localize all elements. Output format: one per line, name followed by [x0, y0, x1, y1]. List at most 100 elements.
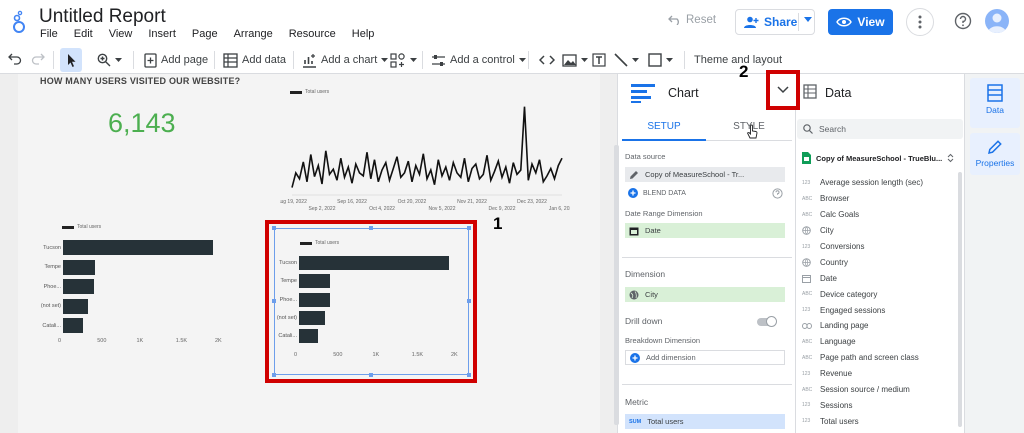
menu-edit[interactable]: Edit: [74, 28, 93, 40]
add-chart-button[interactable]: Add a chart: [302, 51, 389, 69]
setup-scrollbar[interactable]: [614, 145, 619, 425]
dimension-chip[interactable]: City: [625, 287, 785, 302]
zoom-button[interactable]: [97, 51, 122, 69]
shape-button[interactable]: [648, 51, 673, 69]
line-chart[interactable]: Aug 19, 2022Sep 2, 2022Sep 16, 2022Oct 4…: [280, 95, 570, 215]
scorecard-value[interactable]: 6,143: [108, 108, 176, 139]
resize-handle[interactable]: [369, 226, 373, 230]
field-item[interactable]: ABC Session source / medium: [802, 382, 952, 398]
add-page-button[interactable]: Add page: [144, 51, 208, 69]
bar--not-set-[interactable]: [299, 310, 325, 325]
menu-arrange[interactable]: Arrange: [234, 28, 273, 40]
metric-aggregation[interactable]: SUM: [629, 419, 641, 425]
menu-resource[interactable]: Resource: [289, 28, 336, 40]
community-viz-button[interactable]: [390, 51, 417, 69]
select-tool-button[interactable]: [60, 48, 82, 72]
field-item[interactable]: ABC Page path and screen class: [802, 350, 952, 366]
field-item[interactable]: 123 Revenue: [802, 366, 952, 382]
report-title[interactable]: Untitled Report: [39, 6, 166, 28]
menu-view[interactable]: View: [109, 28, 133, 40]
data-scrollbar[interactable]: [958, 172, 962, 427]
share-dropdown-icon[interactable]: [804, 17, 812, 23]
help-outline-icon[interactable]: [772, 188, 783, 199]
bar-x-tick: 1K: [372, 352, 380, 358]
menu-insert[interactable]: Insert: [148, 28, 176, 40]
field-name: Device category: [820, 289, 878, 299]
scorecard-title[interactable]: HOW MANY USERS VISITED OUR WEBSITE?: [40, 76, 240, 86]
add-control-button[interactable]: Add a control: [431, 51, 526, 69]
blend-data-button[interactable]: BLEND DATA: [628, 188, 686, 198]
field-item[interactable]: Landing page: [802, 318, 952, 334]
bar-category-label: Catali...: [42, 322, 61, 329]
line-button[interactable]: [614, 51, 639, 69]
resize-handle[interactable]: [467, 299, 471, 303]
bar-chart-type-icon: [631, 84, 655, 103]
field-type-badge: 123: [802, 418, 811, 425]
reset-label: Reset: [686, 14, 717, 26]
resize-handle[interactable]: [369, 373, 373, 377]
bar-x-tick: 1.5K: [411, 352, 424, 358]
share-button[interactable]: Share: [735, 9, 815, 35]
add-data-button[interactable]: Add data: [223, 51, 286, 69]
looker-studio-logo-icon[interactable]: [12, 10, 26, 34]
field-name: Conversions: [820, 242, 865, 251]
google-sheets-icon: [802, 152, 811, 164]
field-item[interactable]: Date: [802, 270, 952, 286]
bar-tempe[interactable]: [299, 274, 331, 289]
field-item[interactable]: ABC Language: [802, 334, 952, 350]
add-dimension-button[interactable]: Add dimension: [625, 350, 785, 365]
metric-chip[interactable]: SUM Total users: [625, 414, 785, 429]
date-range-chip[interactable]: Date: [625, 223, 785, 238]
reset-button[interactable]: Reset: [668, 14, 716, 26]
more-options-button[interactable]: [906, 8, 934, 36]
text-box-icon[interactable]: [592, 53, 606, 67]
image-button[interactable]: [562, 51, 588, 69]
field-item[interactable]: City: [802, 223, 952, 239]
bar-tucson[interactable]: [299, 256, 449, 270]
help-icon[interactable]: [954, 12, 972, 30]
menu-page[interactable]: Page: [192, 28, 218, 40]
field-type-badge: ABC: [802, 338, 813, 345]
field-item[interactable]: 123 Total users: [802, 413, 952, 429]
code-embed-icon[interactable]: [539, 54, 555, 66]
field-item[interactable]: ABC Device category: [802, 286, 952, 302]
bar-catali-[interactable]: [63, 318, 83, 333]
field-item[interactable]: ABC Browser: [802, 191, 952, 207]
chart-type-label[interactable]: Chart: [668, 86, 699, 100]
field-item[interactable]: 123 Engaged sessions: [802, 302, 952, 318]
data-source-header[interactable]: Copy of MeasureSchool - TrueBlu...: [802, 152, 960, 164]
field-type-badge: ABC: [802, 386, 813, 393]
bar-tempe[interactable]: [63, 259, 96, 275]
bar-category-label: Phoe...: [279, 296, 297, 303]
menu-file[interactable]: File: [40, 28, 58, 40]
bar-catali-[interactable]: [299, 329, 318, 344]
field-item[interactable]: 123 Average session length (sec): [802, 175, 952, 191]
drill-down-toggle[interactable]: [757, 316, 777, 327]
tab-setup[interactable]: SETUP: [622, 113, 706, 141]
redo-icon[interactable]: [31, 53, 45, 65]
field-item[interactable]: Country: [802, 254, 952, 270]
avatar[interactable]: [985, 9, 1009, 33]
resize-handle[interactable]: [467, 373, 471, 377]
bar-phoe-[interactable]: [63, 279, 95, 294]
field-search-input[interactable]: Search: [797, 119, 963, 139]
field-item[interactable]: ABC Calc Goals: [802, 207, 952, 223]
field-item[interactable]: 123 Sessions: [802, 397, 952, 413]
field-item[interactable]: 123 Conversions: [802, 239, 952, 255]
line-series-total-users[interactable]: [291, 106, 563, 188]
data-source-chip[interactable]: Copy of MeasureSchool - Tr...: [625, 167, 785, 182]
bar--not-set-[interactable]: [63, 298, 89, 314]
side-tab-properties[interactable]: Properties: [970, 133, 1020, 175]
menu-help[interactable]: Help: [352, 28, 375, 40]
bar-tucson[interactable]: [63, 240, 213, 255]
view-button[interactable]: View: [828, 9, 893, 35]
chart-type-dropdown[interactable]: [766, 70, 800, 110]
collapse-chevron-icon[interactable]: [947, 153, 954, 163]
caret-down-icon: [632, 58, 639, 62]
resize-handle[interactable]: [272, 373, 276, 377]
resize-handle[interactable]: [467, 226, 471, 230]
bar-phoe-[interactable]: [299, 292, 330, 307]
side-tab-data[interactable]: Data: [970, 78, 1020, 128]
undo-icon[interactable]: [8, 53, 22, 65]
resize-handle[interactable]: [272, 226, 276, 230]
